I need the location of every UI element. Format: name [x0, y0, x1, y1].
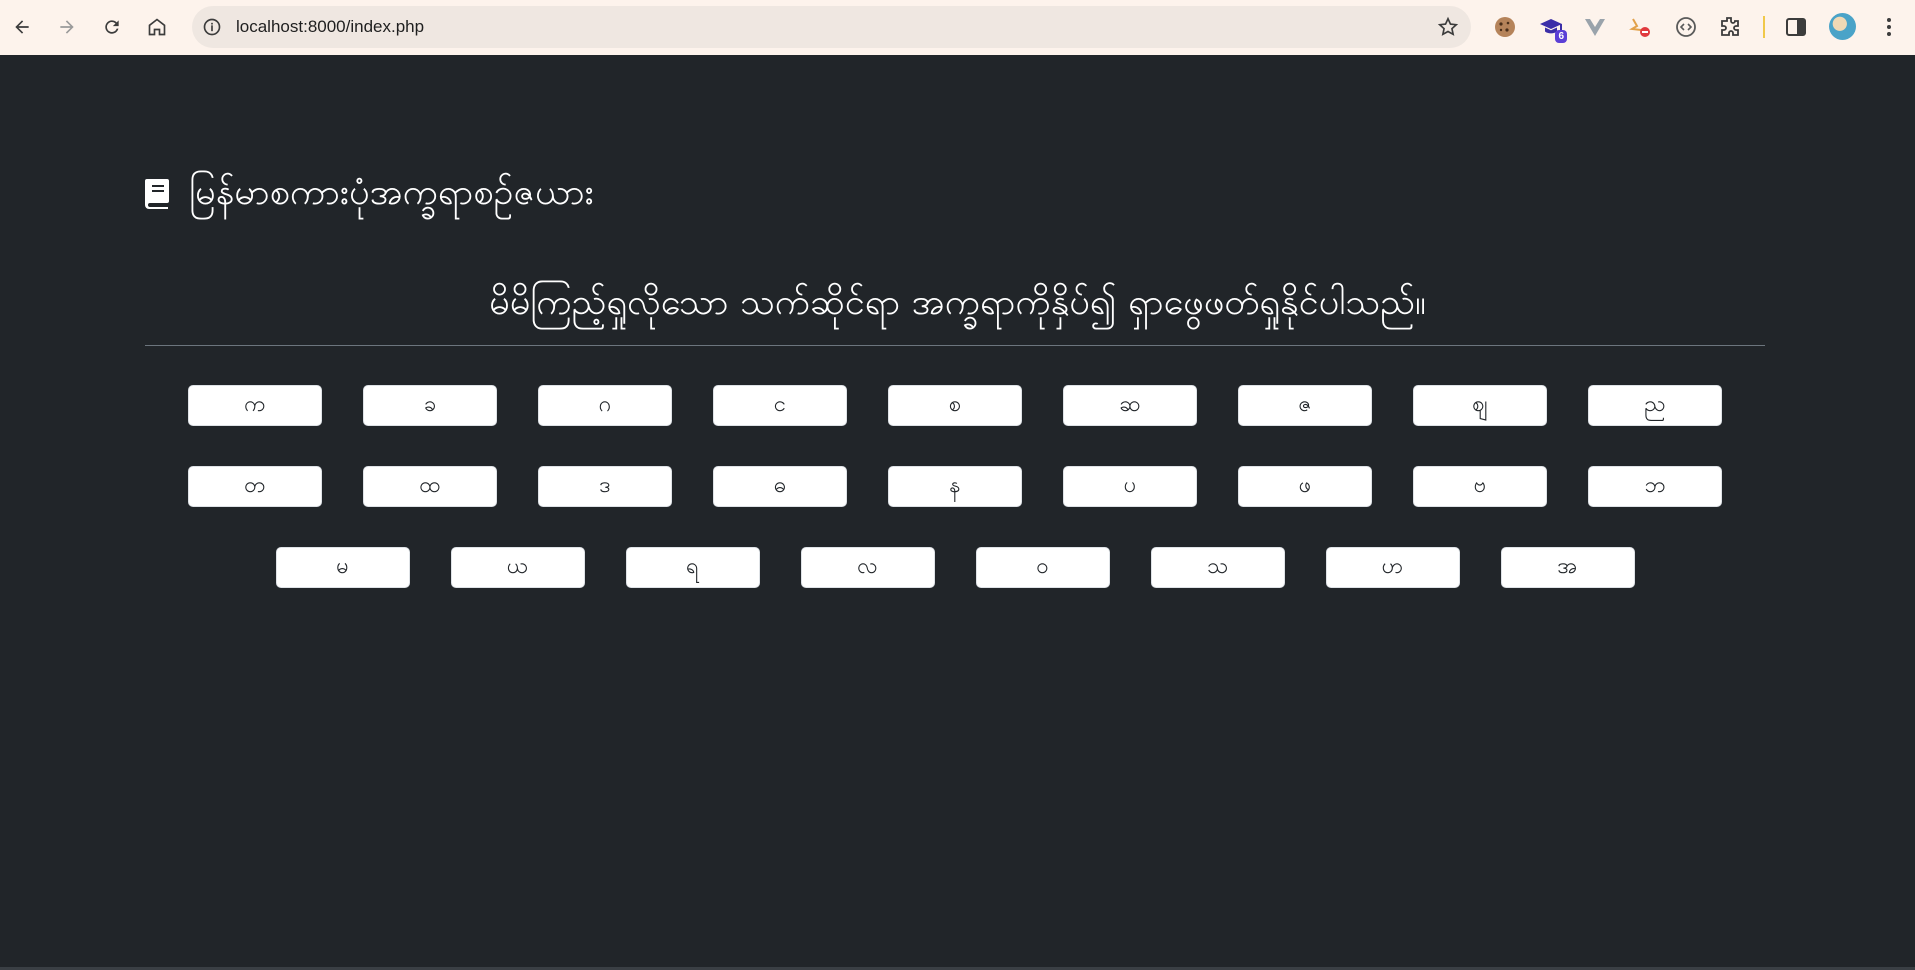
letter-button[interactable]: ထ [363, 466, 497, 507]
letter-button[interactable]: ရ [625, 547, 760, 588]
letter-button[interactable]: တ [188, 466, 322, 507]
info-icon[interactable] [202, 17, 222, 37]
cookie-extension-icon[interactable] [1492, 14, 1518, 40]
side-panel-icon [1786, 18, 1806, 36]
blocked-icon [1629, 18, 1650, 37]
letter-button[interactable]: မ [275, 547, 410, 588]
profile-avatar[interactable] [1829, 13, 1856, 40]
letter-button[interactable]: ဈ [1413, 385, 1547, 426]
letter-button[interactable]: ဓ [713, 466, 847, 507]
letter-button[interactable]: ယ [450, 547, 585, 588]
letter-button[interactable]: က [188, 385, 322, 426]
letter-button[interactable]: ဒ [538, 466, 672, 507]
extensions-button[interactable] [1717, 14, 1743, 40]
divider [145, 345, 1765, 346]
letter-button[interactable]: ဗ [1413, 466, 1547, 507]
letter-button[interactable]: ဟ [1325, 547, 1460, 588]
brand-link[interactable]: မြန်မာစကားပုံအက္ခရာစဉ်ဇယား [143, 168, 594, 218]
letter-button[interactable]: သ [1150, 547, 1285, 588]
extension-badge: 6 [1555, 30, 1567, 43]
home-button[interactable] [143, 13, 171, 41]
graduation-extension-icon[interactable]: 6 [1538, 14, 1567, 43]
reload-icon [105, 20, 119, 34]
letter-button[interactable]: န [888, 466, 1022, 507]
letter-button[interactable]: ဇ [1238, 385, 1372, 426]
cookie-icon [1495, 17, 1515, 37]
letter-button[interactable]: ဆ [1063, 385, 1197, 426]
back-button[interactable] [8, 13, 36, 41]
letter-button[interactable]: ဂ [538, 385, 672, 426]
keyboard-row: က ခ ဂ င စ ဆ ဇ ဈ ည [145, 385, 1765, 426]
home-icon [148, 18, 166, 36]
letter-button[interactable]: ပ [1063, 466, 1197, 507]
brand-title: မြန်မာစကားပုံအက္ခရာစဉ်ဇယား [189, 172, 594, 213]
letter-button[interactable]: စ [888, 385, 1022, 426]
letter-button[interactable]: အ [1500, 547, 1635, 588]
letter-button[interactable]: လ [800, 547, 935, 588]
page-content: မြန်မာစကားပုံအက္ခရာစဉ်ဇယား မိမိကြည့်ရှုလ… [0, 55, 1915, 970]
keyboard-row: တ ထ ဒ ဓ န ပ ဖ ဗ ဘ [145, 466, 1765, 507]
letter-button[interactable]: ခ [363, 385, 497, 426]
keyboard-row: မ ယ ရ လ ဝ သ ဟ အ [145, 547, 1765, 588]
letter-button[interactable]: င [713, 385, 847, 426]
side-panel-button[interactable] [1783, 14, 1809, 40]
code-circle-icon [1676, 17, 1696, 37]
letter-button[interactable]: ည [1588, 385, 1722, 426]
letter-button[interactable]: ဝ [975, 547, 1110, 588]
forward-button[interactable] [53, 13, 81, 41]
reload-button[interactable] [98, 13, 126, 41]
url-input[interactable] [236, 15, 1376, 39]
v-logo-icon [1585, 19, 1605, 36]
arrow-right-icon [60, 20, 74, 34]
alphabet-keyboard: က ခ ဂ င စ ဆ ဇ ဈ ည တ ထ ဒ ဓ န ပ ဖ ဗ ဘ မ ယ … [145, 385, 1765, 628]
browser-toolbar: 6 [0, 0, 1915, 55]
vue-extension-icon[interactable] [1582, 14, 1608, 40]
book-icon [145, 179, 169, 209]
puzzle-icon [1721, 17, 1739, 36]
star-icon[interactable] [1437, 16, 1459, 38]
letter-button[interactable]: ဖ [1238, 466, 1372, 507]
toolbar-divider [1763, 16, 1765, 38]
address-bar[interactable] [192, 6, 1471, 48]
code-extension-icon[interactable] [1673, 14, 1699, 40]
letter-button[interactable]: ဘ [1588, 466, 1722, 507]
arrow-left-icon [15, 20, 29, 34]
blocker-extension-icon[interactable] [1628, 14, 1654, 40]
page-subtitle: မိမိကြည့်ရှုလိုသော သက်ဆိုင်ရာ အက္ခရာကိုန… [489, 282, 1426, 323]
more-menu-icon[interactable] [1879, 15, 1899, 39]
